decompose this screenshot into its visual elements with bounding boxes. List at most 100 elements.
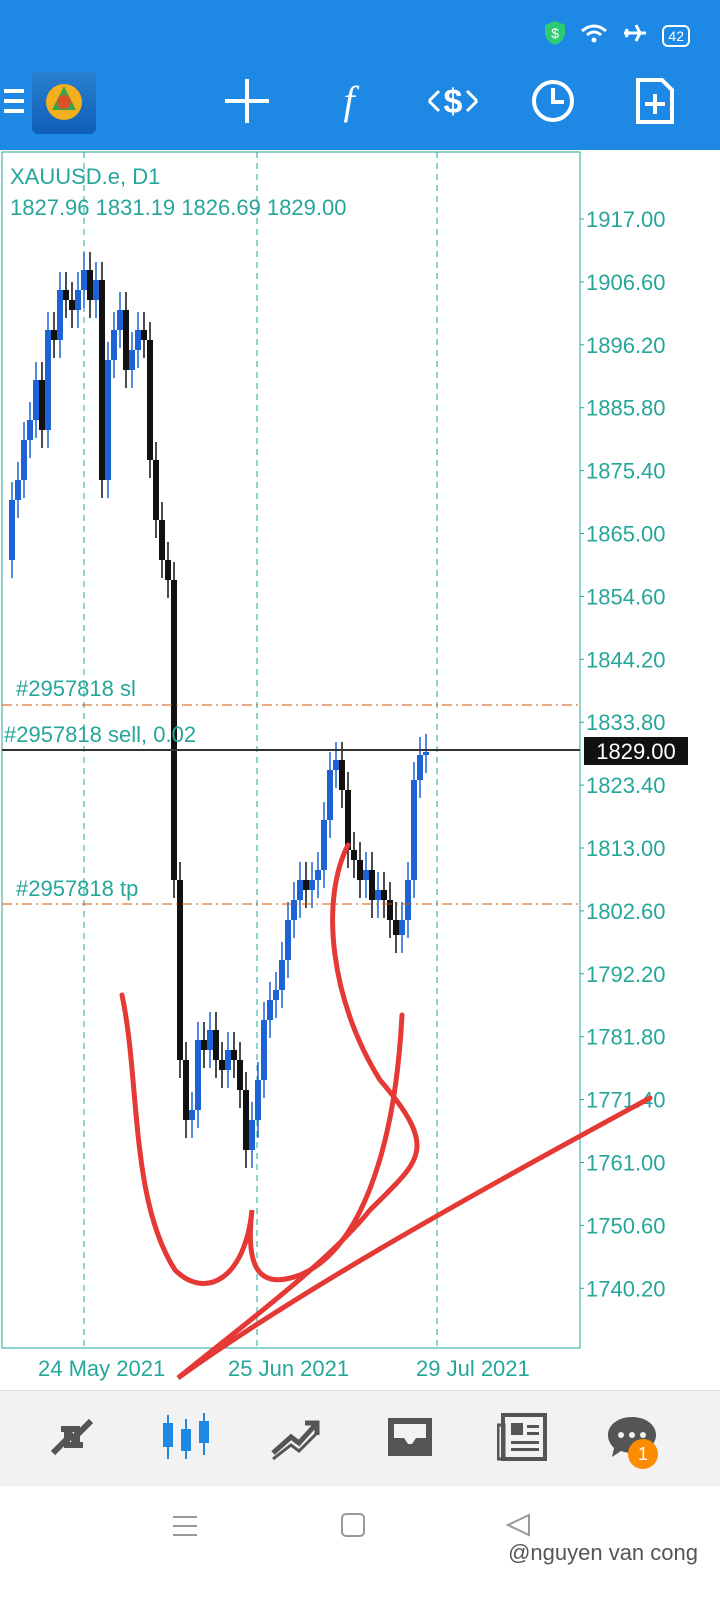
menu-icon [4, 86, 26, 121]
nav-news[interactable] [482, 1399, 562, 1479]
home-button[interactable] [341, 1513, 365, 1542]
candle-body [249, 1120, 255, 1150]
quotes-icon [47, 1415, 97, 1464]
candle-body [141, 330, 147, 340]
nav-history[interactable] [370, 1399, 450, 1479]
candle-body [51, 330, 57, 340]
candle-body [255, 1080, 261, 1120]
price-chart[interactable]: XAUUSD.e, D1 1827.96 1831.19 1826.69 182… [0, 150, 720, 1390]
candle-body [57, 290, 63, 340]
candle-body [81, 270, 87, 290]
ohlc-readout: 1827.96 1831.19 1826.69 1829.00 [10, 195, 346, 220]
menu-button[interactable] [0, 70, 30, 136]
candle-body [417, 755, 423, 780]
candle-body [411, 780, 417, 880]
candle-body [153, 460, 159, 520]
nav-trade[interactable] [256, 1399, 336, 1479]
price-axis-label: 1813.00 [586, 836, 666, 861]
candle-body [87, 270, 93, 300]
candle-body [345, 790, 351, 850]
nav-chat[interactable]: 1 [592, 1399, 672, 1479]
candle-body [135, 330, 141, 350]
candle-body [237, 1060, 243, 1090]
candle-body [159, 520, 165, 560]
news-icon [496, 1412, 547, 1466]
candle-body [45, 330, 51, 430]
candle-body [213, 1030, 219, 1060]
symbol-timeframe: XAUUSD.e, D1 [10, 164, 160, 189]
battery-indicator: 42 [662, 24, 690, 47]
timeframe-button[interactable] [520, 70, 586, 136]
indicators-icon: f [329, 78, 369, 129]
home-icon [341, 1513, 365, 1541]
candle-body [369, 870, 375, 900]
candle-body [225, 1050, 231, 1070]
back-button[interactable] [505, 1513, 531, 1542]
price-axis-label: 1750.60 [586, 1213, 666, 1238]
svg-text:$: $ [444, 83, 463, 121]
chat-badge: 1 [628, 1439, 658, 1469]
price-axis-label: 1823.40 [586, 773, 666, 798]
candle-body [297, 880, 303, 900]
candle-body [123, 310, 129, 370]
bottom-nav: 1 [0, 1390, 720, 1487]
candle-body [117, 310, 123, 330]
candle-body [75, 290, 81, 310]
candle-body [405, 880, 411, 920]
price-axis-label: 1917.00 [586, 207, 666, 232]
nav-quotes[interactable] [32, 1399, 112, 1479]
candle-body [183, 1060, 189, 1120]
candle-body [27, 420, 33, 440]
candle-body [33, 380, 39, 420]
candle-body [165, 560, 171, 580]
candle-body [339, 760, 345, 790]
recent-apps-button[interactable] [172, 1514, 198, 1543]
chart-canvas[interactable]: XAUUSD.e, D1 1827.96 1831.19 1826.69 182… [0, 150, 720, 1390]
candle-body [279, 960, 285, 990]
price-axis-label: 1854.60 [586, 584, 666, 609]
candle-body [321, 820, 327, 870]
candle-body [267, 1000, 273, 1020]
shield-icon: $ [544, 20, 566, 51]
menu-icon [172, 1516, 198, 1542]
price-axis-label: 1844.20 [586, 647, 666, 672]
candle-body [177, 880, 183, 1060]
crosshair-button[interactable] [214, 70, 280, 136]
date-label: 24 May 2021 [38, 1356, 165, 1381]
candle-body [387, 900, 393, 920]
candle-body [363, 870, 369, 880]
candle-body [93, 280, 99, 300]
candle-body [207, 1030, 213, 1050]
back-icon [505, 1513, 531, 1541]
sl-label: #2957818 sl [16, 676, 136, 701]
candle-body [399, 920, 405, 935]
candle-body [351, 850, 357, 860]
watermark: @nguyen van cong [508, 1540, 698, 1565]
price-axis-label: 1906.60 [586, 270, 666, 295]
history-icon [384, 1414, 436, 1465]
candle-body [21, 440, 27, 480]
price-axis-label: 1896.20 [586, 333, 666, 358]
trade-button[interactable]: $ [420, 70, 486, 136]
new-order-icon [636, 77, 674, 129]
wifi-icon [580, 23, 608, 48]
candle-body [327, 770, 333, 820]
svg-text:f: f [343, 78, 359, 123]
airplane-icon [622, 21, 648, 50]
date-label: 25 Jun 2021 [228, 1356, 349, 1381]
price-axis-label: 1865.00 [586, 522, 666, 547]
indicators-button[interactable]: f [316, 70, 382, 136]
crosshair-icon [225, 78, 269, 128]
app-logo[interactable] [32, 72, 96, 134]
price-axis-label: 1875.40 [586, 459, 666, 484]
candle-body [9, 500, 15, 560]
candle-body [261, 1020, 267, 1080]
nav-chart[interactable] [146, 1399, 226, 1479]
new-order-button[interactable] [622, 70, 688, 136]
candle-body [201, 1040, 207, 1050]
candle-body [15, 480, 21, 500]
chart-icon [159, 1412, 213, 1466]
candle-body [189, 1110, 195, 1120]
status-icons: $ 42 [544, 20, 690, 51]
candles [9, 252, 429, 1168]
